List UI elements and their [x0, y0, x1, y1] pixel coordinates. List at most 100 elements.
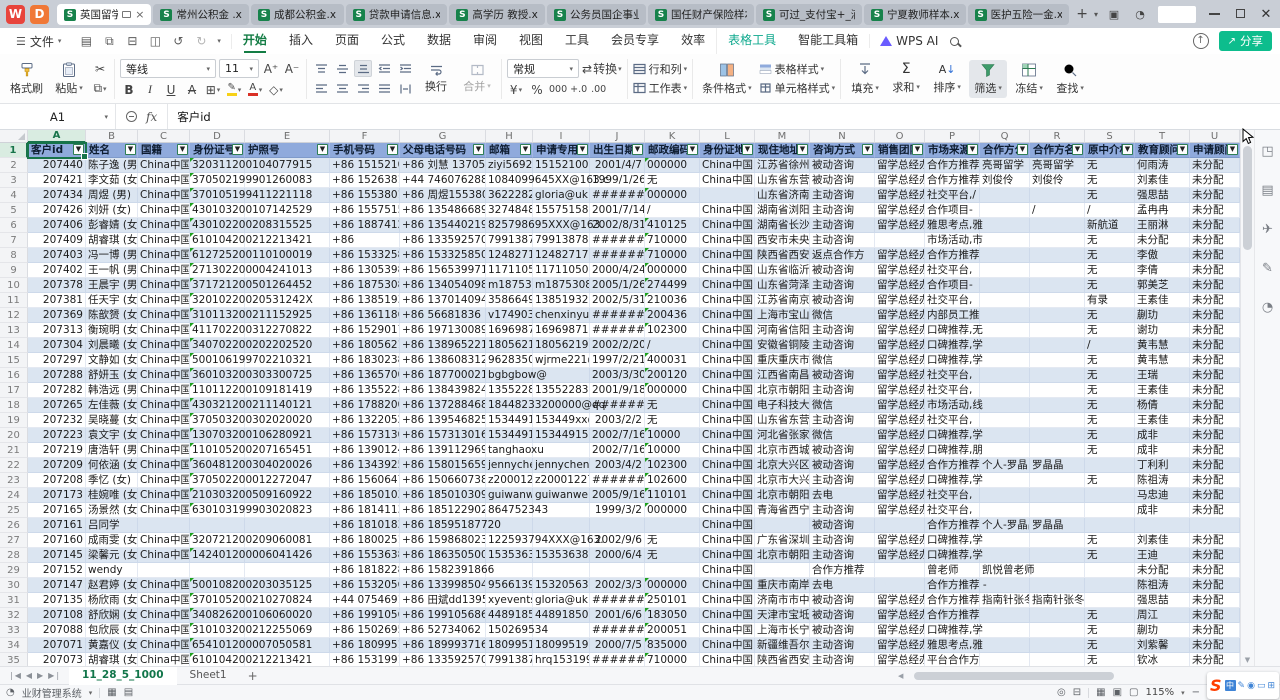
cell[interactable]: 无 — [645, 548, 700, 563]
cell[interactable]: China中国 — [138, 653, 190, 666]
menu-tab-数据[interactable]: 数据 — [416, 28, 462, 54]
cell[interactable]: 110105200207165451 — [190, 443, 245, 458]
cell[interactable]: 未分配 — [1190, 638, 1240, 653]
cell[interactable]: 207173 — [28, 488, 86, 503]
filter-header-cell[interactable]: 邮箱▼ — [486, 143, 533, 158]
cell[interactable]: China中国 — [700, 443, 755, 458]
cell[interactable]: 未分配 — [1190, 563, 1240, 578]
output-icon[interactable]: ⧉ — [102, 34, 116, 49]
cell[interactable]: 梁馨元 (女 — [86, 548, 138, 563]
file-menu-button[interactable]: ☰ 文件▾ — [8, 33, 69, 50]
cell[interactable]: 未分配 — [1190, 308, 1240, 323]
cell[interactable]: 未分配 — [1190, 248, 1240, 263]
cell[interactable]: +86 18595187720 — [400, 518, 486, 533]
cell[interactable]: China中国 — [138, 263, 190, 278]
history-icon[interactable]: ◔ — [1262, 300, 1273, 315]
cell[interactable]: 207147 — [28, 578, 86, 593]
cell[interactable]: 207088 — [28, 623, 86, 638]
column-header-P[interactable]: P — [925, 130, 980, 143]
cell[interactable]: 主动咨询 — [810, 413, 875, 428]
close-icon[interactable]: ✕ — [1258, 7, 1274, 22]
cell[interactable]: 胡睿琪 (女 — [86, 233, 138, 248]
eraser-button[interactable]: ◇▾ — [267, 81, 285, 98]
align-center-button[interactable] — [333, 80, 351, 97]
cell[interactable]: 雅思考点,雅 — [925, 638, 980, 653]
cell[interactable]: 10000 — [645, 443, 700, 458]
cell[interactable] — [1030, 263, 1085, 278]
cell[interactable]: 上海市长宁 — [755, 623, 810, 638]
cell[interactable]: China中国 — [700, 308, 755, 323]
system-label[interactable]: 业财管理系统 — [22, 685, 82, 700]
cell[interactable]: 蒯玏 — [1135, 623, 1190, 638]
cell[interactable]: 320311200104077915 — [190, 158, 245, 173]
cell[interactable]: 210303200509160922 — [190, 488, 245, 503]
cell[interactable]: 市场活动,市 — [925, 233, 980, 248]
row-number-3[interactable]: 3 — [0, 173, 28, 188]
cell[interactable] — [1030, 278, 1085, 293]
cell[interactable]: 825798695XXX@163. — [486, 218, 533, 233]
column-header-O[interactable]: O — [875, 130, 925, 143]
cell[interactable]: +86 15575158 — [330, 203, 400, 218]
copy-button[interactable]: ⧉▾ — [91, 80, 109, 97]
cell[interactable]: 王素佳 — [1135, 413, 1190, 428]
cell[interactable]: 包欣辰 (女 — [86, 623, 138, 638]
cell[interactable] — [190, 563, 245, 578]
cell[interactable]: 新疆维吾尔 — [755, 638, 810, 653]
increase-font-button[interactable]: A⁺ — [262, 60, 280, 77]
wps-logo[interactable]: W — [6, 5, 25, 24]
cell[interactable]: China中国 — [138, 203, 190, 218]
filter-dropdown-icon[interactable]: ▼ — [1227, 144, 1238, 155]
print-preview-icon[interactable]: ⊟ — [1073, 687, 1081, 698]
cell[interactable]: 主动咨询 — [810, 188, 875, 203]
cell[interactable]: 留学总经办 — [875, 158, 925, 173]
cell[interactable]: 未分配 — [1190, 533, 1240, 548]
column-header-S[interactable]: S — [1085, 130, 1135, 143]
cell[interactable]: 142401200006041426 — [190, 548, 245, 563]
cell[interactable]: 未分配 — [1190, 503, 1240, 518]
cell[interactable]: 成非 — [1135, 428, 1190, 443]
cell[interactable]: 430102200208315525 — [190, 218, 245, 233]
cell[interactable]: China中国 — [700, 248, 755, 263]
cell[interactable]: 未分配 — [1190, 368, 1240, 383]
cell[interactable] — [980, 578, 1030, 593]
cell[interactable]: 陈祖涛 — [1135, 578, 1190, 593]
name-box[interactable]: A1▾ — [0, 104, 116, 129]
cell[interactable] — [1085, 563, 1135, 578]
cell[interactable]: 无 — [1085, 248, 1135, 263]
menu-tab-审阅[interactable]: 审阅 — [462, 28, 508, 54]
cell[interactable]: +86 1863505000 — [400, 548, 486, 563]
cell[interactable]: 000000 — [645, 263, 700, 278]
cell[interactable]: 王素佳 — [1135, 293, 1190, 308]
cell[interactable]: 凯悦曾老师 — [980, 563, 1030, 578]
cell[interactable]: 电子科技大 — [755, 398, 810, 413]
cell[interactable]: China中国 — [138, 638, 190, 653]
cell[interactable]: 留学总经办 — [875, 398, 925, 413]
cell[interactable] — [1030, 488, 1085, 503]
cell[interactable]: 370105199411221118 — [190, 188, 245, 203]
font-color-button[interactable]: A▾ — [246, 81, 264, 98]
cell[interactable]: 102600 — [645, 473, 700, 488]
filter-header-cell[interactable]: 姓名▼ — [86, 143, 138, 158]
increase-indent-button[interactable] — [396, 60, 414, 77]
row-number-26[interactable]: 26 — [0, 518, 28, 533]
cell[interactable]: 180995191 — [533, 638, 590, 653]
cell[interactable]: 江苏省南京 — [755, 293, 810, 308]
cell[interactable]: 口碑推荐,学 — [925, 473, 980, 488]
cell[interactable]: 郭美芝 — [1135, 278, 1190, 293]
cell[interactable]: +86 18141137 — [330, 503, 400, 518]
borders-button[interactable]: ⊞▾ — [204, 81, 222, 98]
find-button[interactable]: 查找▾ — [1051, 60, 1089, 98]
cell[interactable]: 季忆 (女) — [86, 473, 138, 488]
cell[interactable]: +86 1565399710 — [400, 263, 486, 278]
column-header-R[interactable]: R — [1030, 130, 1085, 143]
sogou-input-panel[interactable]: S 中 ✎ ◉ ▭ ⊞ — [1207, 672, 1279, 699]
row-number-25[interactable]: 25 — [0, 503, 28, 518]
cell[interactable]: ######## — [590, 653, 645, 666]
cell[interactable]: 返点合作方 — [810, 248, 875, 263]
filter-header-cell[interactable]: 原中介机▼ — [1085, 143, 1135, 158]
row-number-17[interactable]: 17 — [0, 383, 28, 398]
cell[interactable]: 唐浩轩 (男 — [86, 443, 138, 458]
cell[interactable] — [138, 563, 190, 578]
cell[interactable]: 去电 — [810, 488, 875, 503]
cell[interactable]: 130703200106280921 — [190, 428, 245, 443]
